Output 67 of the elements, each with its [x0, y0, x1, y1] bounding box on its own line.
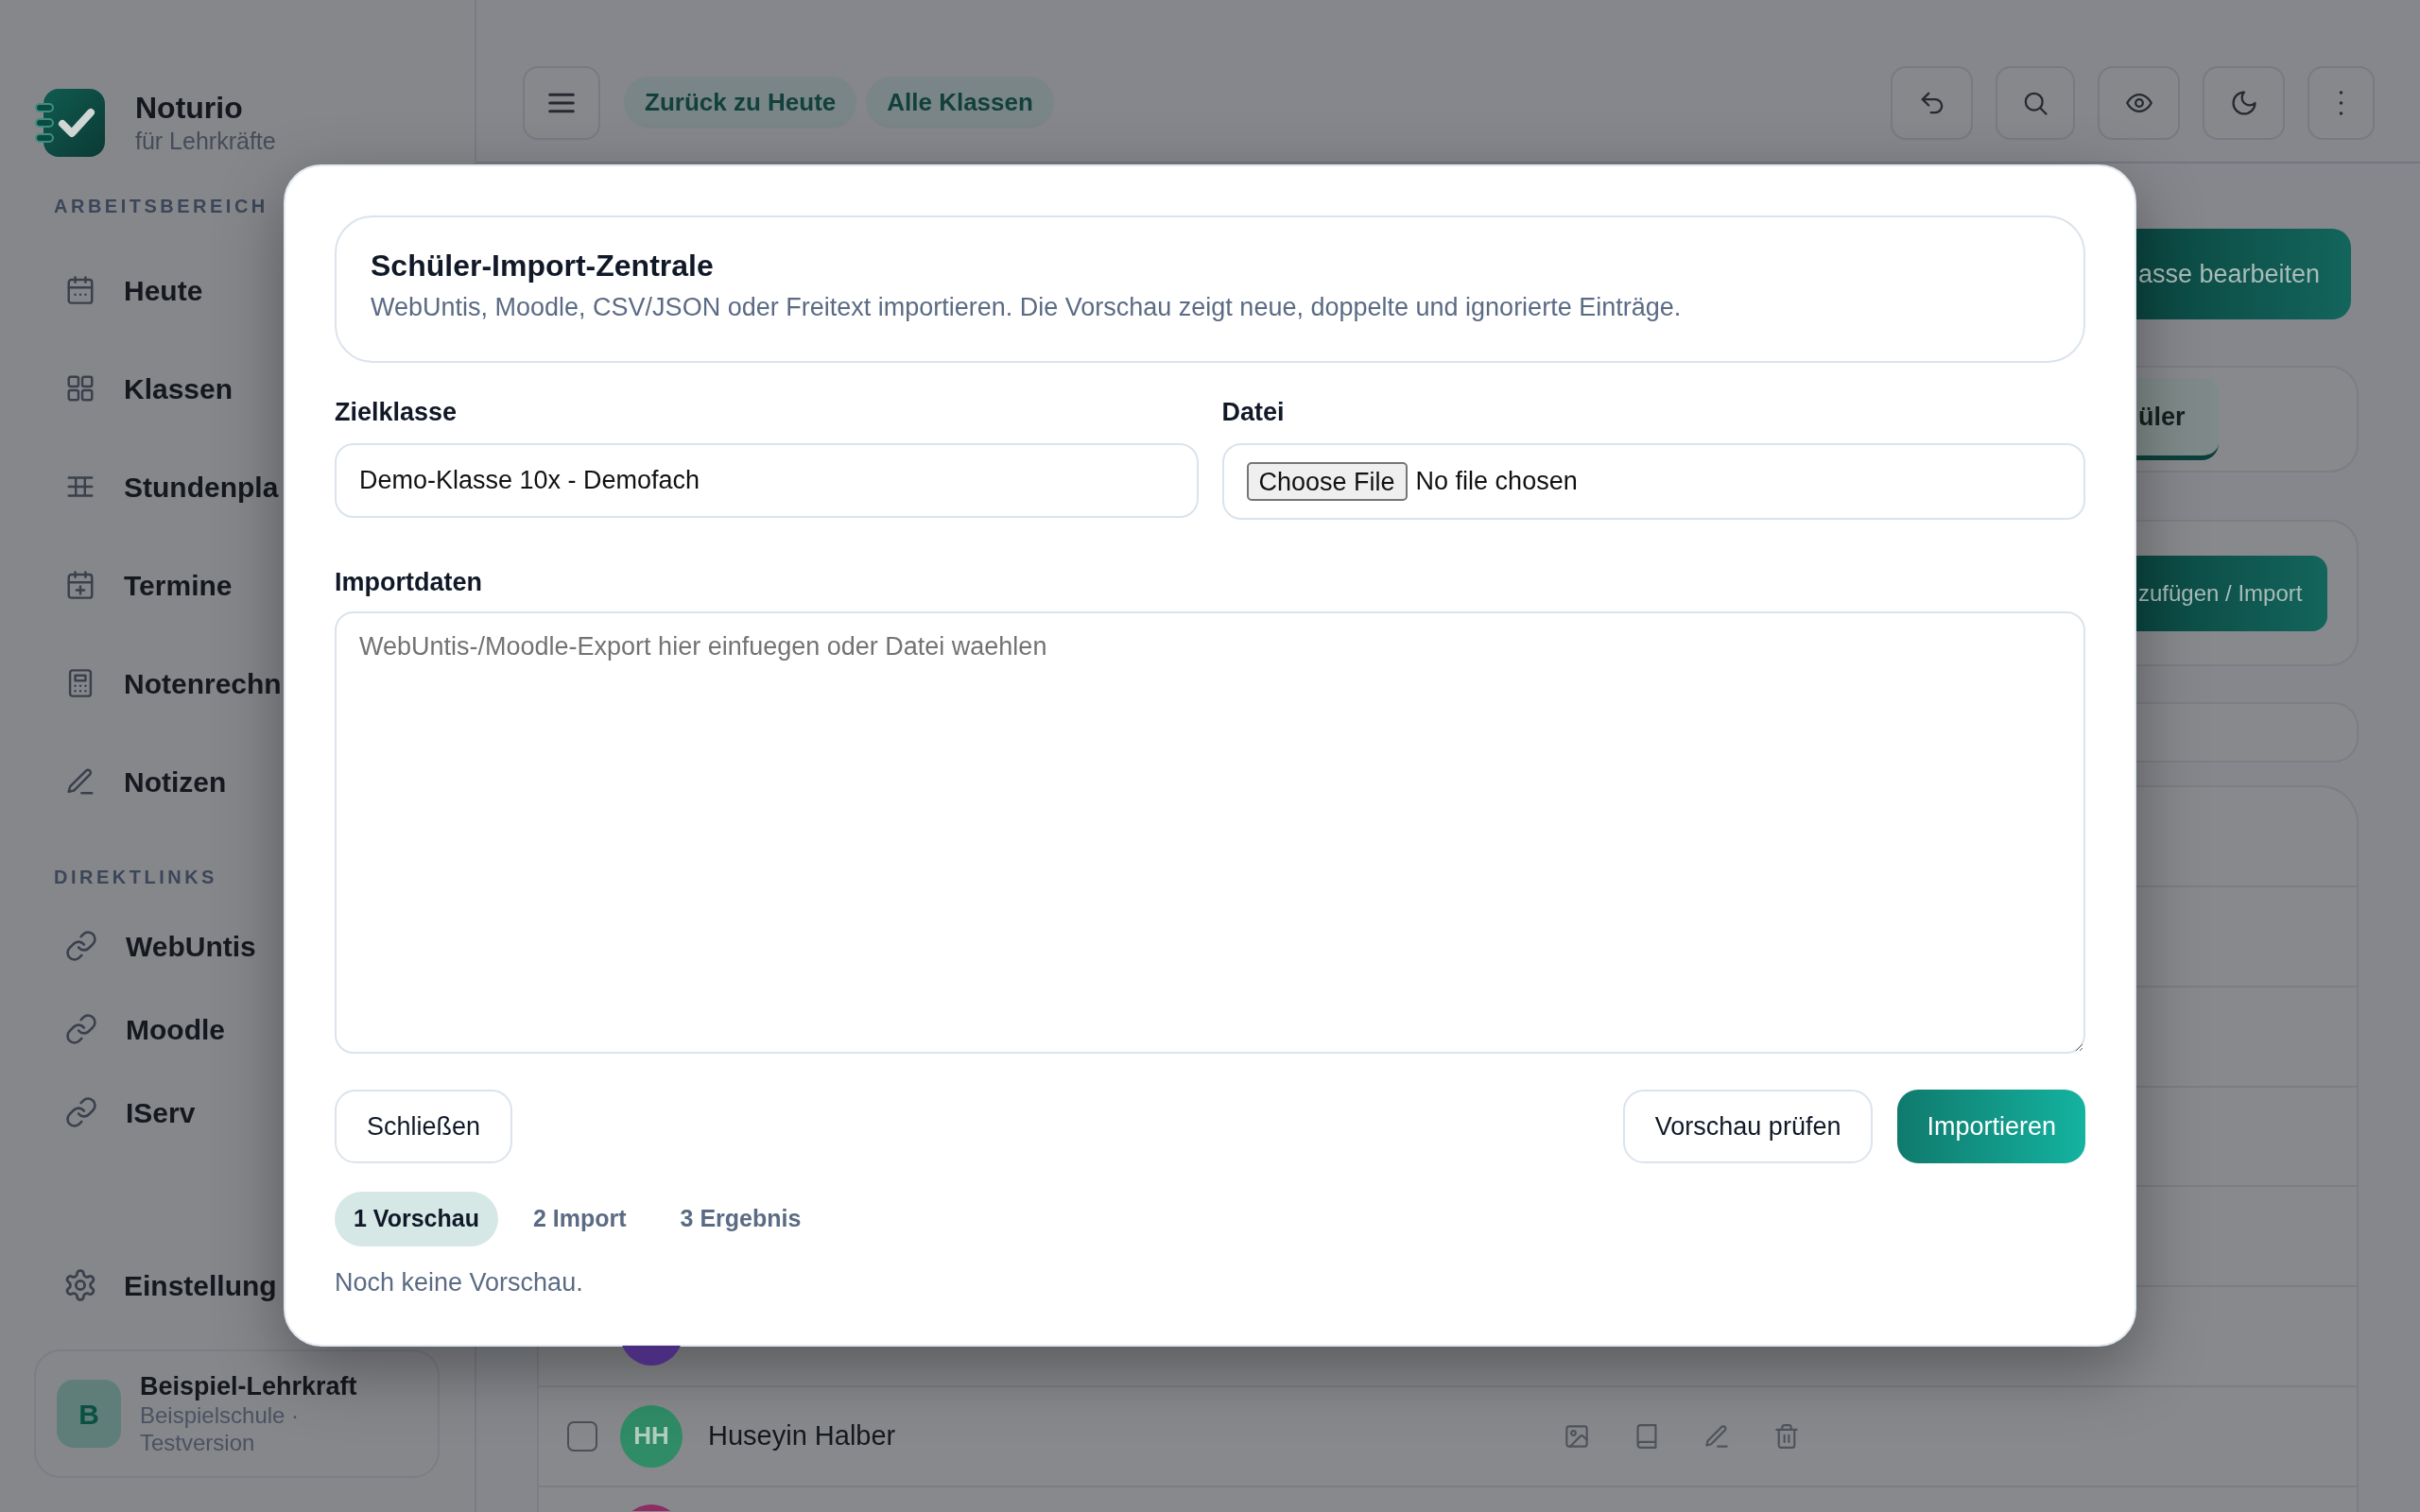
nav-item[interactable]: Moodle — [66, 1003, 225, 1056]
calendar-icon — [66, 276, 95, 304]
close-button[interactable]: Schließen — [335, 1090, 513, 1163]
calendar-plus-icon — [66, 571, 95, 599]
grid-icon — [66, 374, 95, 403]
calculator-icon — [66, 669, 95, 697]
step-tab[interactable]: 3 Ergebnis — [661, 1192, 821, 1246]
import-button[interactable]: Importieren — [1897, 1090, 2085, 1163]
settings-icon — [64, 1269, 96, 1301]
search-button[interactable] — [1996, 65, 2075, 140]
preview-button[interactable] — [2098, 65, 2180, 140]
nav-item[interactable]: Stundenpla — [66, 460, 279, 513]
theme-button[interactable] — [2203, 65, 2285, 140]
nav-chip[interactable]: Zurück zu Heute — [624, 77, 857, 129]
class-select[interactable]: Demo-Klasse 10x - Demofach — [335, 443, 1199, 518]
nav-item[interactable]: Klassen — [66, 362, 233, 415]
nav-chip[interactable]: Alle Klassen — [866, 77, 1054, 129]
app-name: Noturio — [135, 90, 243, 126]
import-data-field[interactable]: WebUntis-/Moodle-Export hier einfuegen oder Datei waehlen — [335, 611, 2085, 1054]
link-icon — [66, 1014, 96, 1044]
more-button[interactable] — [2308, 65, 2375, 140]
nav-item[interactable]: Notizen — [66, 755, 227, 808]
app-logo-icon — [34, 88, 106, 158]
nav-item[interactable]: Heute — [66, 264, 203, 317]
field-label: Zielklasse — [335, 397, 458, 427]
nav-item[interactable]: Termine — [66, 558, 233, 611]
field-label: Datei — [1221, 397, 1285, 427]
moon-icon — [2230, 89, 2257, 116]
book-icon[interactable] — [1634, 1423, 1659, 1449]
add-import-button[interactable]: zufügen / Import — [2136, 555, 2327, 631]
nav-item[interactable]: IServ — [66, 1086, 196, 1139]
student-name: Huseyin Halber — [708, 1419, 896, 1453]
user-profile-card[interactable]: B Beispiel-Lehrkraft Beispielschule · Testversion — [34, 1349, 440, 1478]
edit-class-button[interactable]: asse bearbeiten — [2136, 229, 2351, 319]
tab[interactable]: üler — [2136, 378, 2219, 460]
search-field[interactable] — [2136, 702, 2359, 763]
app-tagline: für Lehrkräfte — [135, 127, 276, 156]
preview-status-text: Noch keine Vorschau. — [335, 1267, 583, 1298]
link-icon — [66, 1097, 96, 1127]
link-icon — [66, 931, 96, 961]
field-label: Importdaten — [335, 567, 482, 597]
user-name: Beispiel-Lehrkraft — [140, 1371, 357, 1401]
plan-label: Testversion — [140, 1429, 255, 1456]
checkbox[interactable] — [567, 1420, 597, 1452]
nav-item[interactable]: WebUntis — [66, 919, 256, 972]
step-tab[interactable]: 1 Vorschau — [335, 1192, 498, 1246]
user-avatar: B — [57, 1380, 121, 1448]
pencil-icon — [66, 767, 95, 796]
photo-icon[interactable] — [1564, 1423, 1589, 1449]
file-input-field[interactable]: Choose File No file chosen — [1221, 443, 2085, 520]
school-name: Beispielschule · — [140, 1401, 300, 1429]
choose-file-button[interactable]: Choose File — [1246, 462, 1408, 501]
student-avatar: HH — [620, 1404, 683, 1468]
pencil-icon[interactable] — [1704, 1423, 1729, 1449]
step-tab[interactable]: 2 Import — [513, 1192, 646, 1246]
menu-button[interactable] — [523, 65, 600, 140]
nav-item[interactable]: Notenrechn — [66, 657, 282, 710]
dialog-subtitle: WebUntis, Moodle, CSV/JSON oder Freitext importieren. Die Vorschau zeigt neue, doppelte und ignorierte Einträge. — [371, 292, 1682, 323]
section-heading: DIREKTLINKS — [54, 866, 217, 889]
undo-button[interactable] — [1891, 65, 1973, 140]
file-status-text: No file chosen — [1415, 466, 1578, 498]
settings-nav-item[interactable]: Einstellung — [64, 1259, 277, 1312]
preview-check-button[interactable]: Vorschau prüfen — [1622, 1090, 1874, 1163]
dialog-title: Schüler-Import-Zentrale — [371, 248, 714, 284]
more-vertical-icon — [2339, 90, 2343, 115]
section-heading: ARBEITSBEREICH — [54, 195, 268, 218]
trash-icon[interactable] — [1774, 1423, 1799, 1449]
